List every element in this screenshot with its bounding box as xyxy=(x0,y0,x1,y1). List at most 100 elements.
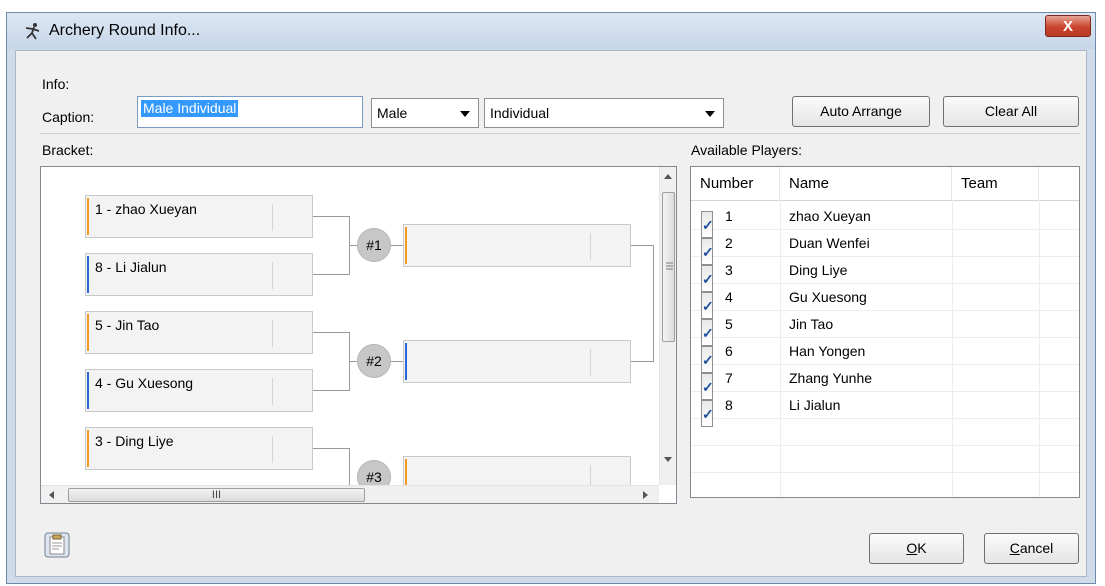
player-name: Gu Xuesong xyxy=(789,289,867,305)
type-select-value: Individual xyxy=(490,105,550,121)
player-row[interactable]: ✓ 4 Gu Xuesong xyxy=(691,284,1079,319)
player-row[interactable]: ✓ 3 Ding Liye xyxy=(691,257,1079,292)
dialog-window: Archery Round Info... X Info: Caption: M… xyxy=(6,12,1096,584)
slot-color-bar xyxy=(405,343,407,380)
bracket-slot-player[interactable]: 4 - Gu Xuesong xyxy=(85,369,313,412)
ok-accelerator: O xyxy=(906,540,918,556)
chevron-down-icon xyxy=(705,111,715,117)
clipboard-icon[interactable] xyxy=(43,531,71,559)
bracket-connector xyxy=(349,361,357,362)
slot-divider xyxy=(272,378,273,405)
column-header-number[interactable]: Number xyxy=(691,167,780,200)
player-number: 5 xyxy=(725,316,733,332)
window-title: Archery Round Info... xyxy=(49,22,201,39)
player-row[interactable]: ✓ 7 Zhang Yunhe xyxy=(691,365,1079,400)
slot-color-bar xyxy=(405,227,407,264)
empty-row xyxy=(691,419,1079,446)
archer-icon xyxy=(25,23,40,40)
slot-color-bar xyxy=(87,372,89,409)
slot-color-bar xyxy=(87,256,89,293)
auto-arrange-button[interactable]: Auto Arrange xyxy=(792,96,930,127)
available-players-list[interactable]: Number Name Team ✓ 1 zhao Xueyan ✓ 2 Dua… xyxy=(690,166,1080,498)
slot-color-bar xyxy=(87,430,89,467)
caption-input-value: Male Individual xyxy=(141,100,239,117)
slot-color-bar xyxy=(87,314,89,351)
gender-select-value: Male xyxy=(377,105,408,121)
slot-player-name: 4 - Gu Xuesong xyxy=(95,375,194,391)
ok-label: K xyxy=(917,540,927,556)
type-select[interactable]: Individual xyxy=(484,98,724,128)
chevron-down-icon xyxy=(460,111,470,117)
player-name: Duan Wenfei xyxy=(789,235,870,251)
slot-player-name: 1 - zhao Xueyan xyxy=(95,201,197,217)
bracket-connector xyxy=(313,274,349,275)
player-number: 6 xyxy=(725,343,733,359)
empty-row xyxy=(691,446,1079,473)
player-name: Han Yongen xyxy=(789,343,866,359)
player-name: Li Jialun xyxy=(789,397,841,413)
column-header-team[interactable]: Team xyxy=(952,167,1039,200)
bracket-slot-winner[interactable] xyxy=(403,340,631,383)
scroll-left-icon[interactable] xyxy=(49,491,54,499)
bracket-horizontal-scroll-thumb[interactable]: III xyxy=(68,488,365,502)
bracket-connector xyxy=(313,332,349,333)
player-row[interactable]: ✓ 5 Jin Tao xyxy=(691,311,1079,346)
slot-player-name: 3 - Ding Liye xyxy=(95,433,174,449)
match-number-badge[interactable]: #1 xyxy=(357,228,391,262)
player-number: 2 xyxy=(725,235,733,251)
clear-all-button[interactable]: Clear All xyxy=(943,96,1079,127)
match-number-badge[interactable]: #2 xyxy=(357,344,391,378)
player-name: Zhang Yunhe xyxy=(789,370,873,386)
bracket-vertical-scroll-thumb[interactable] xyxy=(662,192,675,342)
slot-color-bar xyxy=(87,198,89,235)
cancel-label: ancel xyxy=(1019,540,1054,556)
player-number: 4 xyxy=(725,289,733,305)
scroll-right-icon[interactable] xyxy=(643,491,648,499)
scroll-up-icon[interactable] xyxy=(664,174,672,179)
player-number: 8 xyxy=(725,397,733,413)
bracket-slot-player[interactable]: 5 - Jin Tao xyxy=(85,311,313,354)
ok-button[interactable]: OK xyxy=(869,533,964,564)
gender-select[interactable]: Male xyxy=(371,98,479,128)
grip-icon xyxy=(666,262,673,270)
player-number: 1 xyxy=(725,208,733,224)
bracket-connector xyxy=(391,245,403,246)
separator xyxy=(40,133,1080,134)
player-name: zhao Xueyan xyxy=(789,208,871,224)
caption-label: Caption: xyxy=(42,109,95,125)
player-row[interactable]: ✓ 1 zhao Xueyan xyxy=(691,203,1079,238)
player-row[interactable]: ✓ 6 Han Yongen xyxy=(691,338,1079,373)
bracket-horizontal-scrollbar[interactable]: III xyxy=(41,485,659,503)
cancel-accelerator: C xyxy=(1009,540,1020,556)
player-name: Ding Liye xyxy=(789,262,848,278)
bracket-connector xyxy=(653,245,654,362)
cancel-button[interactable]: Cancel xyxy=(984,533,1079,564)
column-header-name[interactable]: Name xyxy=(780,167,952,200)
slot-player-name: 5 - Jin Tao xyxy=(95,317,160,333)
info-group-label: Info: xyxy=(42,76,70,92)
slot-player-name: 8 - Li Jialun xyxy=(95,259,167,275)
bracket-connector xyxy=(631,245,653,246)
bracket-panel[interactable]: 1 - zhao Xueyan 8 - Li Jialun 5 - Jin Ta… xyxy=(40,166,677,504)
caption-input[interactable]: Male Individual xyxy=(137,96,363,128)
slot-divider xyxy=(272,320,273,347)
available-players-label: Available Players: xyxy=(691,142,803,158)
bracket-slot-player[interactable]: 3 - Ding Liye xyxy=(85,427,313,470)
player-row[interactable]: ✓ 8 Li Jialun xyxy=(691,392,1079,427)
bracket-slot-player[interactable]: 1 - zhao Xueyan xyxy=(85,195,313,238)
bracket-connector xyxy=(349,245,357,246)
close-button[interactable]: X xyxy=(1045,15,1091,37)
player-number: 3 xyxy=(725,262,733,278)
slot-divider xyxy=(272,262,273,289)
bracket-slot-player[interactable]: 8 - Li Jialun xyxy=(85,253,313,296)
scroll-down-icon[interactable] xyxy=(664,457,672,462)
bracket-vertical-scrollbar[interactable] xyxy=(659,167,676,485)
player-row[interactable]: ✓ 2 Duan Wenfei xyxy=(691,230,1079,265)
player-number: 7 xyxy=(725,370,733,386)
bracket-connector xyxy=(391,361,403,362)
title-bar[interactable]: Archery Round Info... X xyxy=(7,13,1095,49)
slot-divider xyxy=(272,204,273,231)
bracket-connector xyxy=(313,390,349,391)
bracket-slot-winner[interactable] xyxy=(403,224,631,267)
player-name: Jin Tao xyxy=(789,316,834,332)
